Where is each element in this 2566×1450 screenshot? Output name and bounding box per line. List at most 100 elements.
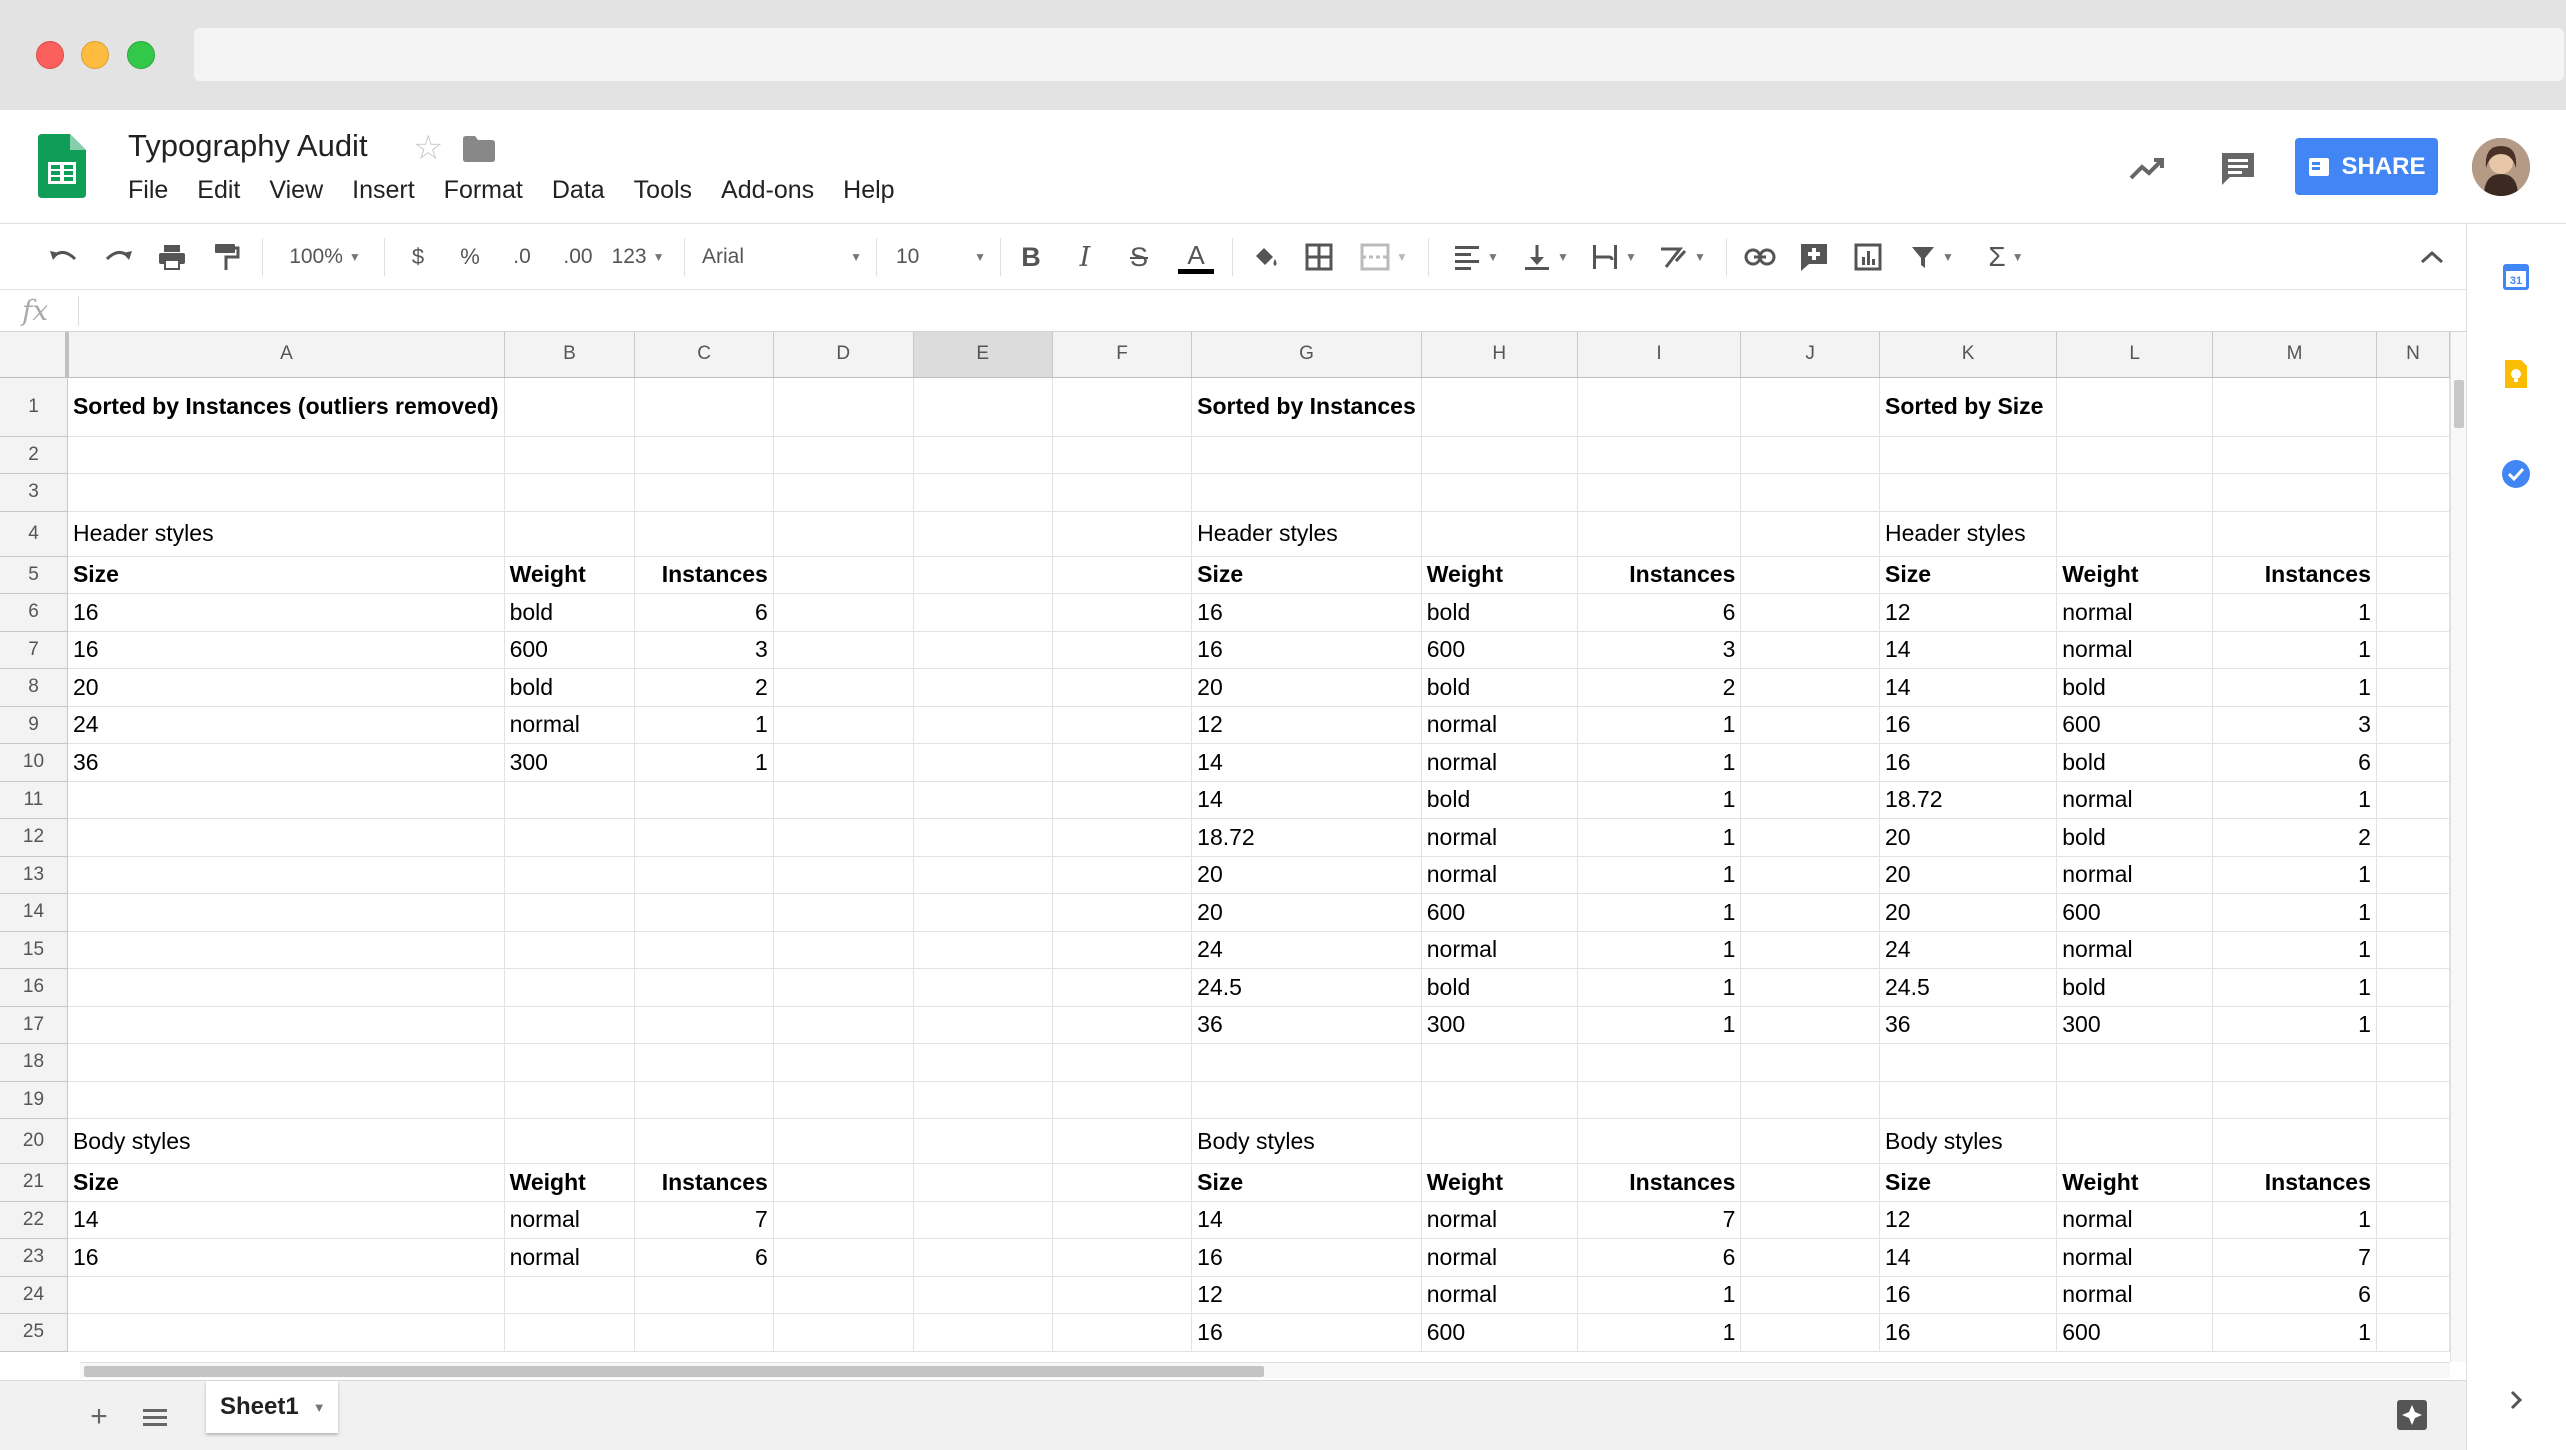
cell[interactable]: [2376, 473, 2450, 512]
cell[interactable]: Sorted by Size: [1879, 377, 2058, 437]
cell[interactable]: [1052, 1313, 1193, 1352]
cell[interactable]: 1: [1577, 743, 1742, 782]
cell[interactable]: normal: [2056, 631, 2214, 669]
cell[interactable]: [773, 1118, 914, 1164]
cell[interactable]: [2376, 1201, 2450, 1239]
cell[interactable]: normal: [2056, 593, 2214, 632]
cell[interactable]: 6: [634, 1238, 774, 1277]
cell[interactable]: 1: [2212, 1201, 2377, 1239]
horizontal-scrollbar[interactable]: [80, 1362, 2450, 1378]
column-header-l[interactable]: L: [2056, 332, 2214, 378]
cell[interactable]: [913, 436, 1054, 474]
cell[interactable]: Size: [1191, 556, 1422, 594]
cell[interactable]: 600: [1421, 1313, 1578, 1352]
formula-input[interactable]: [90, 294, 2450, 326]
cell[interactable]: Size: [1879, 556, 2058, 594]
cell[interactable]: [2212, 473, 2377, 512]
cell[interactable]: [1740, 856, 1880, 894]
cell[interactable]: [634, 1006, 774, 1044]
cell[interactable]: 16: [1879, 743, 2058, 782]
cell[interactable]: [2376, 1163, 2450, 1202]
cell[interactable]: 16: [67, 631, 505, 669]
cell[interactable]: 16: [67, 1238, 505, 1277]
cell[interactable]: [913, 1043, 1054, 1082]
cell[interactable]: [504, 781, 636, 819]
cell[interactable]: bold: [1421, 668, 1578, 707]
menu-format[interactable]: Format: [444, 176, 523, 205]
cell[interactable]: [1052, 593, 1193, 632]
cell[interactable]: normal: [1421, 856, 1578, 894]
cell[interactable]: [504, 818, 636, 857]
tasks-icon[interactable]: [2500, 458, 2532, 490]
row-header[interactable]: 24: [0, 1276, 68, 1314]
row-header[interactable]: 6: [0, 593, 68, 632]
collapse-menu-icon[interactable]: [2414, 237, 2450, 277]
cell[interactable]: [634, 856, 774, 894]
cell[interactable]: Sorted by Instances (outliers removed): [67, 377, 505, 437]
cell[interactable]: [773, 706, 914, 744]
row-header[interactable]: 10: [0, 743, 68, 782]
cell[interactable]: [1052, 1201, 1193, 1239]
horizontal-align-icon[interactable]: ▼: [1448, 237, 1504, 277]
cell[interactable]: Instances: [1577, 1163, 1742, 1202]
cell[interactable]: [1879, 473, 2058, 512]
address-bar[interactable]: [194, 28, 2564, 81]
row-header[interactable]: 5: [0, 556, 68, 594]
cell[interactable]: 1: [2212, 668, 2377, 707]
cell[interactable]: [1421, 436, 1578, 474]
cell[interactable]: [773, 893, 914, 932]
activity-trend-icon[interactable]: [2128, 148, 2168, 188]
menu-view[interactable]: View: [269, 176, 323, 205]
text-wrapping-icon[interactable]: ▼: [1586, 237, 1642, 277]
cell[interactable]: [2376, 856, 2450, 894]
cell[interactable]: 1: [634, 706, 774, 744]
cell[interactable]: [1421, 377, 1578, 437]
merge-cells-icon[interactable]: ▼: [1356, 237, 1412, 277]
cell[interactable]: [2056, 1081, 2214, 1119]
star-icon[interactable]: ☆: [413, 128, 443, 168]
cell[interactable]: [2376, 968, 2450, 1007]
cell[interactable]: Weight: [2056, 556, 2214, 594]
menu-file[interactable]: File: [128, 176, 168, 205]
row-header[interactable]: 14: [0, 893, 68, 932]
cell[interactable]: [1577, 377, 1742, 437]
cell[interactable]: [1740, 377, 1880, 437]
cell[interactable]: [773, 1313, 914, 1352]
cell[interactable]: [504, 968, 636, 1007]
cell[interactable]: [1191, 1081, 1422, 1119]
cell[interactable]: normal: [2056, 931, 2214, 969]
cell[interactable]: [773, 1201, 914, 1239]
cell[interactable]: normal: [1421, 1276, 1578, 1314]
strikethrough-icon[interactable]: S: [1124, 237, 1154, 277]
cell[interactable]: [1740, 631, 1880, 669]
horizontal-scroll-thumb[interactable]: [84, 1366, 1264, 1377]
cell[interactable]: 16: [1879, 1313, 2058, 1352]
cell[interactable]: Size: [1879, 1163, 2058, 1202]
cell[interactable]: [2376, 1081, 2450, 1119]
minimize-window-button[interactable]: [81, 41, 109, 69]
cell[interactable]: [634, 931, 774, 969]
cell[interactable]: [1052, 473, 1193, 512]
cell[interactable]: [504, 1043, 636, 1082]
column-header-c[interactable]: C: [634, 332, 774, 378]
cell[interactable]: [1740, 1201, 1880, 1239]
cell[interactable]: 24: [1191, 931, 1422, 969]
column-header-j[interactable]: J: [1740, 332, 1880, 378]
cell[interactable]: [1740, 1006, 1880, 1044]
cell[interactable]: [1740, 1163, 1880, 1202]
menu-edit[interactable]: Edit: [197, 176, 240, 205]
cell[interactable]: [1052, 377, 1193, 437]
cell-table[interactable]: ABCDEFGHIJKLMN 1 Sorted by Instances (out…: [0, 332, 2450, 1352]
cell[interactable]: 3: [1577, 631, 1742, 669]
cell[interactable]: [504, 1081, 636, 1119]
cell[interactable]: [913, 377, 1054, 437]
cell[interactable]: 20: [1191, 856, 1422, 894]
select-all-corner[interactable]: [0, 332, 70, 378]
cell[interactable]: [1740, 473, 1880, 512]
cell[interactable]: [1052, 556, 1193, 594]
cell[interactable]: 16: [1191, 1313, 1422, 1352]
cell[interactable]: 14: [1879, 631, 2058, 669]
cell[interactable]: [1052, 1006, 1193, 1044]
cell[interactable]: normal: [1421, 743, 1578, 782]
cell[interactable]: [773, 1081, 914, 1119]
